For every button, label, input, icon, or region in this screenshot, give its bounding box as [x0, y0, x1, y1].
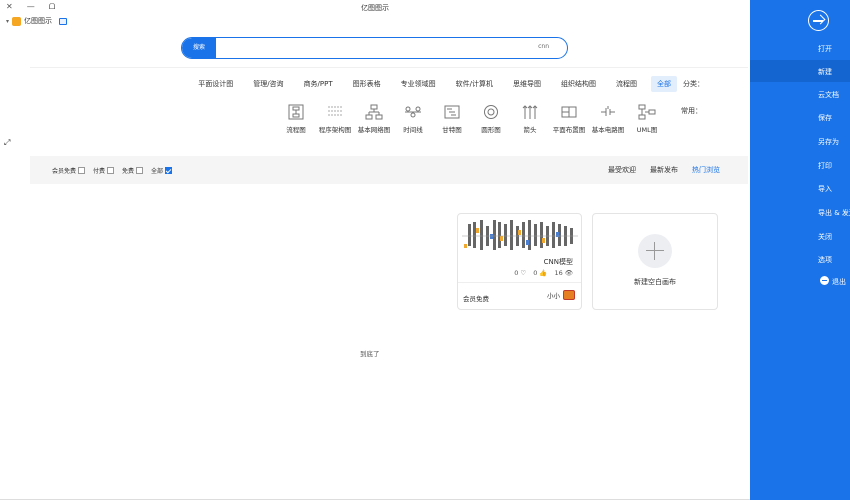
category-management[interactable]: 管理/咨询: [247, 76, 289, 92]
template-program-architecture[interactable]: 程序架构图: [316, 104, 354, 134]
search-button[interactable]: 搜索: [182, 38, 216, 58]
template-gantt[interactable]: 甘特图: [433, 104, 471, 134]
template-stats: 👁 16 👍 0 ♡ 0: [514, 269, 573, 277]
category-flowchart[interactable]: 流程图: [610, 76, 643, 92]
category-business-ppt[interactable]: 商务/PPT: [298, 76, 339, 92]
sidebar-item-print[interactable]: 打印: [750, 154, 850, 176]
floor-plan-icon: [560, 104, 578, 120]
sort-tabs: 热门浏览 最新发布 最受欢迎: [608, 165, 720, 175]
template-floor-plan[interactable]: 平面布置图: [550, 104, 588, 134]
flowchart-icon: [287, 104, 305, 120]
brand-menu[interactable]: ▾ 亿图图示: [6, 16, 68, 26]
sidebar-item-import[interactable]: 导入: [750, 177, 850, 199]
search-input[interactable]: [349, 43, 549, 50]
template-thumbnail: [462, 220, 578, 250]
tab-hot[interactable]: 热门浏览: [692, 165, 720, 175]
eye-icon: 👁: [564, 269, 573, 277]
brand-name: 亿图图示: [24, 17, 53, 25]
category-row: 分类： 全部 流程图 组织结构图 思维导图 软件/计算机 专业领域图 图形表格 …: [184, 76, 704, 92]
circuit-icon: [599, 104, 617, 120]
likes-stat[interactable]: 👍 0: [533, 269, 547, 277]
template-basic-network[interactable]: 基本网络图: [355, 104, 393, 134]
common-templates: UML图 基本电路图 平面布置图 箭头 圆形图 甘特图 时间线 基本网络图 程序…: [276, 104, 666, 134]
filter-free[interactable]: 免费: [122, 166, 144, 175]
views-stat: 👁 16: [554, 269, 573, 277]
sidebar-item-save[interactable]: 保存: [750, 106, 850, 128]
price-filters: 全部 免费 付费 会员免费: [52, 166, 173, 175]
sidebar-item-save-as[interactable]: 另存为: [750, 130, 850, 152]
exit-icon: [820, 276, 829, 285]
sidebar-item-exit[interactable]: 退出: [750, 270, 850, 292]
checkbox[interactable]: [78, 167, 86, 174]
new-blank-canvas-card[interactable]: 新建空白画布: [592, 213, 718, 310]
template-circular[interactable]: 圆形图: [472, 104, 510, 134]
new-card-caption: 新建空白画布: [634, 278, 676, 286]
favorites-stat[interactable]: ♡ 0: [514, 269, 526, 277]
filter-member-free[interactable]: 会员免费: [52, 166, 86, 175]
sidebar-item-cloud-docs[interactable]: 云文档: [750, 83, 850, 105]
expand-icon[interactable]: ⤢: [4, 138, 10, 148]
price-label: 会员免费: [463, 295, 489, 303]
sidebar-item-options[interactable]: 选项: [750, 248, 850, 270]
sidebar: 打开 新建 云文档 保存 另存为 打印 导入 导出 & 发送 关闭 选项 退出: [750, 0, 850, 500]
plus-icon: [638, 234, 672, 268]
search-bar: 搜索: [181, 37, 568, 59]
chevron-down-icon: ▾: [6, 17, 10, 25]
category-graphics-tables[interactable]: 图形表格: [347, 76, 387, 92]
category-all[interactable]: 全部: [651, 76, 677, 92]
title-bar: ✕ — ᗝ 亿图图示 ▾ 亿图图示: [0, 0, 750, 32]
avatar: [563, 290, 575, 300]
template-card[interactable]: CNN模型 👁 16 👍 0 ♡ 0 小小 会员免费: [457, 213, 582, 310]
sidebar-item-open[interactable]: 打开: [750, 37, 850, 59]
circle-diagram-icon: [482, 104, 500, 120]
uml-icon: [638, 104, 656, 120]
category-mind-map[interactable]: 思维导图: [507, 76, 547, 92]
template-arrows[interactable]: 箭头: [511, 104, 549, 134]
sidebar-item-new[interactable]: 新建: [750, 60, 850, 82]
category-panel: 分类： 全部 流程图 组织结构图 思维导图 软件/计算机 专业领域图 图形表格 …: [30, 67, 748, 150]
network-icon: [365, 104, 383, 120]
tab-popular[interactable]: 最受欢迎: [608, 165, 636, 175]
category-professional[interactable]: 专业领域图: [395, 76, 442, 92]
window-icon[interactable]: [59, 17, 68, 25]
gantt-icon: [443, 104, 461, 120]
category-graphic-design[interactable]: 平面设计图: [192, 76, 239, 92]
thumb-up-icon: 👍: [539, 269, 548, 277]
template-basic-circuit[interactable]: 基本电路图: [589, 104, 627, 134]
category-software[interactable]: 软件/计算机: [450, 76, 499, 92]
template-name: CNN模型: [543, 258, 573, 266]
window-title: 亿图图示: [361, 4, 389, 12]
heart-icon: ♡: [520, 269, 527, 277]
template-timeline[interactable]: 时间线: [394, 104, 432, 134]
end-of-list: 到底了: [360, 350, 380, 358]
checkbox[interactable]: [165, 167, 173, 174]
template-author[interactable]: 小小: [547, 290, 575, 300]
filter-bar: 热门浏览 最新发布 最受欢迎 全部 免费 付费 会员免费: [30, 156, 748, 184]
category-label: 分类：: [683, 80, 704, 88]
crown-icon: [12, 16, 22, 26]
architecture-icon: [326, 104, 344, 120]
template-flowchart[interactable]: 流程图: [277, 104, 315, 134]
back-arrow-icon[interactable]: [808, 10, 829, 31]
template-uml[interactable]: UML图: [628, 104, 666, 134]
checkbox[interactable]: [107, 167, 115, 174]
filter-all[interactable]: 全部: [151, 166, 173, 175]
arrows-icon: [521, 104, 539, 120]
checkbox[interactable]: [136, 167, 144, 174]
tab-newest[interactable]: 最新发布: [650, 165, 678, 175]
sidebar-item-export-send[interactable]: 导出 & 发送: [750, 201, 850, 223]
category-org-chart[interactable]: 组织结构图: [555, 76, 602, 92]
sidebar-item-close[interactable]: 关闭: [750, 225, 850, 247]
filter-paid[interactable]: 付费: [93, 166, 115, 175]
divider: [458, 282, 581, 283]
common-label: 常用：: [681, 107, 702, 115]
timeline-icon: [404, 104, 422, 120]
